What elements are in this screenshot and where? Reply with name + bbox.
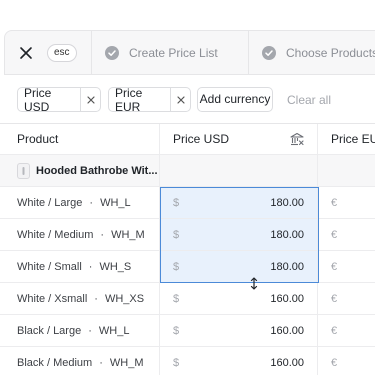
separator-dot: ·	[100, 228, 105, 241]
close-icon	[177, 95, 185, 104]
product-thumbnail-icon	[17, 162, 30, 179]
variant-name: White / Small	[17, 260, 82, 273]
table-row: White / Medium · WH_M $180.00 €	[0, 219, 375, 251]
currency-filter-bar: Price USD Price EUR Add currency Clear a…	[0, 75, 375, 124]
eur-symbol: €	[331, 356, 338, 369]
fill-handle-resize-icon[interactable]	[250, 277, 258, 290]
eur-symbol: €	[331, 324, 338, 337]
variant-cell[interactable]: Black / Large · WH_L	[0, 315, 160, 346]
price-eur-cell[interactable]: €	[318, 315, 375, 346]
variant-sku: WH_S	[99, 260, 132, 273]
variant-cell[interactable]: White / Medium · WH_M	[0, 219, 160, 250]
column-header-price-eur[interactable]: Price EUR	[318, 124, 375, 154]
step-label: Create Price List	[129, 45, 218, 60]
price-usd-cell[interactable]: $160.00	[160, 315, 318, 346]
group-eur-cell	[318, 155, 375, 186]
table-header: Product Price USD Price EUR	[0, 124, 375, 155]
table-row: White / Large · WH_L $180.00 €	[0, 187, 375, 219]
separator-dot: ·	[88, 260, 93, 273]
eur-symbol: €	[331, 228, 338, 241]
product-group-cell: Hooded Bathrobe Wit...	[0, 155, 160, 186]
eur-symbol: €	[331, 196, 338, 209]
column-header-label: Price USD	[173, 132, 230, 146]
variant-name: White / Large	[17, 196, 83, 209]
bank-tax-icon[interactable]	[290, 132, 304, 146]
remove-chip-button[interactable]	[170, 88, 190, 111]
separator-dot: ·	[94, 292, 98, 305]
remove-chip-button[interactable]	[80, 88, 100, 111]
usd-symbol: $	[173, 196, 180, 209]
variant-name: White / Xsmall	[17, 292, 88, 305]
price-eur-cell[interactable]: €	[318, 283, 375, 314]
eur-symbol: €	[331, 292, 338, 305]
price-usd-value: 180.00	[270, 260, 304, 273]
variant-cell[interactable]: White / Large · WH_L	[0, 187, 160, 218]
price-usd-value: 160.00	[270, 292, 304, 305]
product-group-row[interactable]: Hooded Bathrobe Wit...	[0, 155, 375, 187]
variant-name: Black / Large	[17, 324, 82, 337]
chip-label: Price EUR	[115, 85, 143, 114]
group-usd-cell	[160, 155, 318, 186]
table-row: Black / Medium · WH_M $160.00 €	[0, 347, 375, 375]
table-row: Black / Large · WH_L $160.00 €	[0, 315, 375, 347]
usd-symbol: $	[173, 324, 180, 337]
table-row: White / Xsmall · WH_XS $160.00 €	[0, 283, 375, 315]
variant-name: White / Medium	[17, 228, 94, 241]
column-header-product[interactable]: Product	[0, 124, 160, 154]
add-currency-button[interactable]: Add currency	[197, 87, 273, 112]
esc-shortcut-badge: esc	[47, 44, 77, 62]
close-icon	[86, 95, 95, 104]
variant-cell[interactable]: White / Xsmall · WH_XS	[0, 283, 160, 314]
table-row: White / Small · WH_S $180.00 €	[0, 251, 375, 283]
product-name: Hooded Bathrobe Wit...	[36, 164, 158, 177]
variant-cell[interactable]: White / Small · WH_S	[0, 251, 160, 282]
separator-dot: ·	[89, 196, 94, 209]
top-bar: esc Create Price List Choose Products	[4, 30, 375, 75]
clear-all-button[interactable]: Clear all	[287, 93, 331, 107]
column-header-price-usd[interactable]: Price USD	[160, 124, 318, 154]
price-usd-cell[interactable]: $160.00	[160, 283, 318, 314]
usd-symbol: $	[173, 260, 180, 273]
price-usd-value: 160.00	[270, 356, 304, 369]
step-choose-products[interactable]: Choose Products	[248, 31, 375, 74]
variant-cell[interactable]: Black / Medium · WH_M	[0, 347, 160, 375]
price-usd-value: 180.00	[270, 196, 304, 209]
separator-dot: ·	[99, 356, 103, 369]
variant-name: Black / Medium	[17, 356, 93, 369]
step-create-price-list[interactable]: Create Price List	[91, 31, 248, 74]
eur-symbol: €	[331, 260, 338, 273]
variant-sku: WH_L	[100, 196, 131, 209]
price-eur-cell[interactable]: €	[318, 251, 375, 282]
chip-price-usd: Price USD	[17, 85, 101, 114]
price-eur-cell[interactable]: €	[318, 347, 375, 375]
step-label: Choose Products	[286, 45, 375, 60]
usd-symbol: $	[173, 228, 180, 241]
price-usd-value: 160.00	[270, 324, 304, 337]
usd-symbol: $	[173, 292, 180, 305]
price-eur-cell[interactable]: €	[318, 187, 375, 218]
variant-sku: WH_L	[98, 324, 130, 337]
close-icon[interactable]	[17, 44, 35, 62]
price-usd-cell[interactable]: $180.00	[160, 187, 318, 218]
chip-price-eur: Price EUR	[108, 85, 191, 114]
price-usd-cell[interactable]: $180.00	[160, 251, 318, 282]
variant-sku: WH_XS	[104, 292, 145, 305]
price-usd-cell[interactable]: $180.00	[160, 219, 318, 250]
price-usd-value: 180.00	[270, 228, 304, 241]
check-circle-icon	[105, 45, 119, 60]
separator-dot: ·	[88, 324, 92, 337]
price-eur-cell[interactable]: €	[318, 219, 375, 250]
variant-sku: WH_M	[111, 228, 145, 241]
usd-symbol: $	[173, 356, 180, 369]
variant-sku: WH_M	[109, 356, 144, 369]
check-circle-icon	[262, 45, 276, 60]
price-usd-cell[interactable]: $160.00	[160, 347, 318, 375]
chip-label: Price USD	[24, 85, 52, 114]
